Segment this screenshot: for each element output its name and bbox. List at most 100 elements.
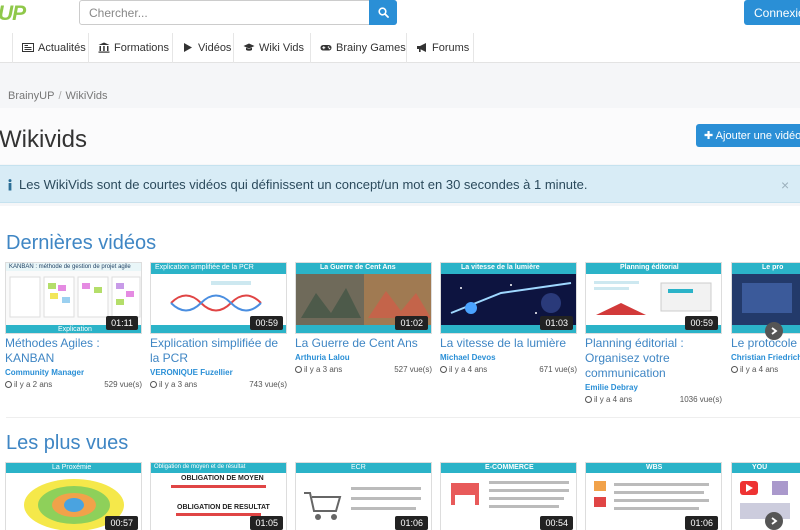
video-title[interactable]: Explication simplifiée de la PCR [150,336,287,366]
info-alert: Les WikiVids sont de courtes vidéos qui … [0,165,800,203]
search-box [79,0,397,25]
video-author[interactable]: Community Manager [5,368,142,377]
video-title[interactable]: La Guerre de Cent Ans [295,336,432,351]
newspaper-icon [22,43,34,52]
video-thumbnail[interactable]: La Proxémie 00:57 [5,462,142,530]
video-card[interactable]: Planning éditorial 00:59 Planning éditor… [585,262,722,405]
video-thumbnail[interactable]: E-COMMERCE 00:54 [440,462,577,530]
add-video-label: Ajouter une vidéo [715,130,800,142]
nav-item-actualites[interactable]: Actualités [22,33,86,63]
info-icon [8,179,12,191]
search-icon [377,7,389,18]
video-thumbnail[interactable]: Le pro [731,262,800,334]
search-input[interactable] [80,1,370,24]
video-thumbnail[interactable]: Planning éditorial 00:59 [585,262,722,334]
section-title-latest[interactable]: Dernières vidéos [6,232,156,255]
video-meta: il y a 2 ans 529 vue(s) [5,380,142,390]
video-duration: 00:59 [250,316,283,330]
nav-item-label: Forums [432,42,470,54]
video-title[interactable]: Planning éditorial : Organisez votre com… [585,336,722,381]
plus-icon: ✚ [704,130,714,142]
video-thumbnail[interactable]: Obligation de moyen et de résultat OBLIG… [150,462,287,530]
video-thumbnail[interactable]: WBS 01:06 [585,462,722,530]
nav-item-wiki-vids[interactable]: Wiki Vids [243,33,304,63]
page-header [0,108,800,164]
video-card[interactable]: Le pro Le protocole Christian Friedrich … [731,262,800,375]
nav-item-formations[interactable]: Formations [98,33,169,63]
video-author[interactable]: Emilie Debray [585,383,722,392]
video-duration: 01:06 [685,516,718,530]
alert-close-button[interactable]: × [781,177,789,193]
breadcrumb: BrainyUP / WikiVids [8,90,108,102]
video-card[interactable]: WBS 01:06 [585,462,722,530]
page-title: Wikivids [0,126,87,153]
video-duration: 01:03 [540,316,573,330]
breadcrumb-root[interactable]: BrainyUP [8,90,54,102]
video-duration: 00:59 [685,316,718,330]
video-author[interactable]: VERONIQUE Fuzellier [150,368,287,377]
play-icon [184,43,192,52]
video-title[interactable]: Méthodes Agiles : KANBAN [5,336,142,366]
nav-item-label: Brainy Games [336,42,406,54]
video-duration: 01:11 [106,316,138,330]
nav-item-label: Vidéos [198,42,232,54]
video-duration: 00:54 [540,516,573,530]
video-duration: 01:02 [395,316,428,330]
clock-icon [585,396,592,403]
nav-item-brainy-games[interactable]: Brainy Games [320,33,406,63]
clock-icon [440,366,447,373]
video-card[interactable]: E-COMMERCE 00:54 [440,462,577,530]
video-meta: il y a 3 ans 743 vue(s) [150,380,287,390]
carousel-next-button[interactable] [765,322,783,340]
main-nav: Actualités Formations Vidéos Wiki Vids B… [0,33,800,63]
chevron-right-icon [771,327,778,335]
nav-item-label: Wiki Vids [259,42,305,54]
video-card[interactable]: ECR 01:06 [295,462,432,530]
login-button[interactable]: Connexion [744,0,800,25]
video-meta: il y a 3 ans 527 vue(s) [295,365,432,375]
video-card[interactable]: La vitesse de la lumière 01:03 La vitess… [440,262,577,375]
section-title-popular[interactable]: Les plus vues [6,432,128,455]
video-author[interactable]: Michael Devos [440,353,577,362]
nav-item-label: Formations [114,42,170,54]
alert-text: Les WikiVids sont de courtes vidéos qui … [19,177,588,192]
institution-icon [98,42,110,53]
nav-item-label: Actualités [38,42,86,54]
video-thumbnail[interactable]: ECR 01:06 [295,462,432,530]
video-meta: il y a 4 ans 1036 vue(s) [585,395,722,405]
video-meta: il y a 4 ans 671 vue(s) [440,365,577,375]
top-bar: UP Connexion [0,0,800,33]
clock-icon [295,366,302,373]
video-thumbnail[interactable]: La Guerre de Cent Ans 01:02 [295,262,432,334]
video-thumbnail[interactable]: KANBAN : méthode de gestion de projet ag… [5,262,142,334]
breadcrumb-current: WikiVids [65,90,108,102]
nav-item-forums[interactable]: Forums [416,33,469,63]
gamepad-icon [320,45,332,51]
video-meta: il y a 4 ans [731,365,800,375]
bullhorn-icon [417,43,426,52]
graduation-cap-icon [243,43,255,51]
clock-icon [5,381,12,388]
video-card[interactable]: KANBAN : méthode de gestion de projet ag… [5,262,142,390]
brainyup-logo[interactable]: UP [0,2,26,26]
video-card[interactable]: Explication simplifiée de la PCR 00:59 E… [150,262,287,390]
video-card[interactable]: Obligation de moyen et de résultat OBLIG… [150,462,287,530]
video-duration: 00:57 [105,516,138,530]
carousel-next-button[interactable] [765,512,783,530]
video-author[interactable]: Christian Friedrich [731,353,800,362]
video-author[interactable]: Arthuria Lalou [295,353,432,362]
search-button[interactable] [369,0,397,25]
nav-item-videos[interactable]: Vidéos [182,33,231,63]
video-title[interactable]: La vitesse de la lumière [440,336,577,351]
clock-icon [731,366,738,373]
video-card[interactable]: La Guerre de Cent Ans 01:02 La Guerre de… [295,262,432,375]
video-card[interactable]: La Proxémie 00:57 [5,462,142,530]
video-thumbnail[interactable]: Explication simplifiée de la PCR 00:59 [150,262,287,334]
clock-icon [150,381,157,388]
video-duration: 01:05 [250,516,283,530]
add-video-button[interactable]: ✚ Ajouter une vidéo [696,124,800,147]
video-title[interactable]: Le protocole [731,336,800,351]
chevron-right-icon [771,517,778,525]
video-duration: 01:06 [395,516,428,530]
video-thumbnail[interactable]: La vitesse de la lumière 01:03 [440,262,577,334]
